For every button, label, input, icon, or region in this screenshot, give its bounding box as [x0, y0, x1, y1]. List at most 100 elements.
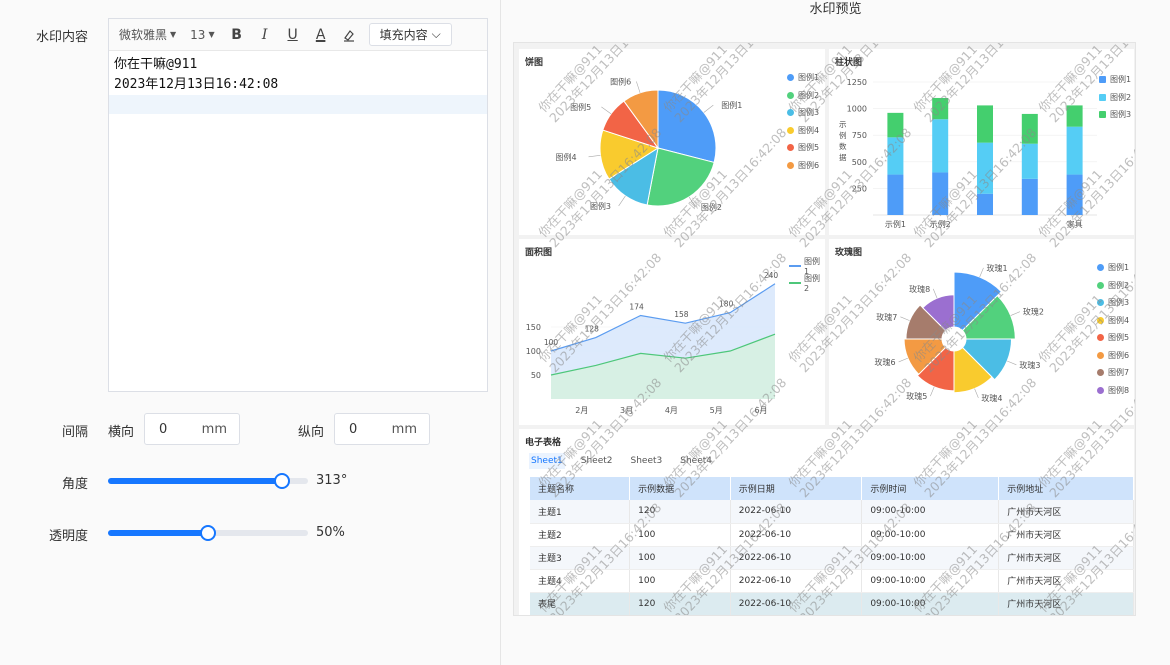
rose-chart-panel: 玫瑰图 玫瑰1 玫瑰2 玫瑰3 玫瑰4 玫瑰5 玫瑰6 玫瑰7 玫瑰8 图例1 图例2 图例3 图例…	[829, 239, 1134, 425]
data-label: 100	[544, 338, 559, 347]
font-family-select[interactable]: 微软雅黑 ▼	[119, 26, 176, 43]
legend-swatch	[787, 161, 794, 169]
legend-item: 图例5	[1097, 329, 1129, 347]
rose-petal-label: 玫瑰6	[875, 357, 896, 367]
font-size-select[interactable]: 13 ▼	[190, 28, 214, 42]
opacity-slider[interactable]	[108, 525, 308, 541]
table-cell: 2022-06-10	[730, 500, 863, 524]
legend-label: 图例1	[1110, 75, 1132, 85]
legend-swatch	[787, 126, 794, 134]
legend-swatch	[1097, 386, 1104, 394]
vertical-label: 纵向	[298, 425, 325, 440]
table-cell: 广州市天河区	[998, 523, 1134, 547]
bar-segment	[1021, 143, 1038, 179]
table-row: 主题3 100 2022-06-10 09:00-10:00 广州市天河区	[530, 546, 1134, 570]
watermark-preview: 饼图 图例1 图例2 图例3 图例4 图例5 图例6 图例1 图例2 图例3 图例4 图例5 图例6…	[513, 42, 1136, 616]
rose-petal-label: 玫瑰8	[909, 284, 930, 294]
data-label: 128	[585, 325, 600, 334]
bar-segment	[932, 119, 949, 173]
italic-button[interactable]: I	[257, 27, 273, 43]
table-cell: 广州市天河区	[998, 546, 1134, 570]
area-legend: 图例1 图例2	[789, 257, 825, 293]
vertical-spacing-input[interactable]: 0 mm	[334, 413, 430, 445]
column-header: 示例时间	[861, 477, 1000, 500]
legend-item: 图例1	[1099, 71, 1131, 89]
opacity-slider-handle[interactable]	[200, 525, 216, 541]
fill-content-button[interactable]: 填充内容 ⌵	[368, 23, 452, 46]
rose-petal-label: 玫瑰1	[986, 263, 1007, 273]
y-axis-label-char: 据	[839, 153, 847, 162]
x-tick-label: 2月	[575, 406, 588, 415]
bar-segment	[977, 105, 993, 143]
y-axis-label-char: 例	[839, 130, 847, 140]
y-tick-label: 50	[531, 371, 541, 380]
y-axis-label: 示例数据	[839, 120, 847, 162]
legend-label: 图例2	[1110, 92, 1132, 102]
legend-item: 图例4	[787, 122, 819, 140]
spreadsheet-table: 主题名称 示例数据 示例日期 示例时间 示例地址 主题1 120 2022-06…	[530, 477, 1134, 615]
unit-label: mm	[391, 421, 417, 437]
tab-sheet2[interactable]: Sheet2	[579, 453, 615, 469]
legend-label: 图例1	[798, 73, 820, 83]
column-header: 主题名称	[530, 477, 631, 500]
table-cell: 2022-06-10	[730, 569, 863, 593]
table-cell: 09:00-10:00	[861, 546, 1000, 570]
bar-segment	[1021, 113, 1038, 144]
legend-swatch	[787, 74, 794, 82]
tab-sheet3[interactable]: Sheet3	[629, 453, 665, 469]
bar-segment	[887, 174, 904, 215]
preview-panel: 水印预览 饼图 图例1 图例2 图例3 图例4 图例5 图例6 图例1 图例2 图例3 图例4 图…	[501, 0, 1170, 665]
angle-slider-fill	[108, 478, 282, 484]
editor-text[interactable]: 你在干嘛@911 2023年12月13日16:42:08	[109, 51, 487, 99]
table-row: 主题1 120 2022-06-10 09:00-10:00 广州市天河区	[530, 500, 1134, 524]
area-chart: 150100501001281741581802402月 3月 4月 5月 6月	[526, 271, 779, 415]
table-cell: 09:00-10:00	[861, 523, 1000, 547]
legend-swatch	[1097, 351, 1104, 359]
watermark-editor[interactable]: 微软雅黑 ▼ 13 ▼ B I U A 填充内容 ⌵ 你在干嘛@911 2023…	[108, 18, 488, 392]
x-tick-label: 家具	[1067, 219, 1083, 229]
rose-label-line	[930, 386, 935, 397]
y-tick-label: 1000	[847, 105, 867, 114]
rose-petal-label: 玫瑰3	[1019, 360, 1040, 370]
opacity-label: 透明度	[48, 529, 88, 544]
table-cell: 主题4	[530, 569, 631, 593]
highlight-button[interactable]	[341, 27, 357, 43]
legend-label: 图例5	[798, 143, 820, 153]
horizontal-spacing-input[interactable]: 0 mm	[144, 413, 240, 445]
legend-item: 图例1	[789, 257, 825, 276]
bar-segment	[1066, 174, 1083, 215]
angle-label: 角度	[61, 477, 88, 492]
bold-button[interactable]: B	[229, 27, 245, 43]
legend-swatch	[787, 91, 794, 99]
underline-button[interactable]: U	[285, 27, 301, 43]
pie-label-line	[688, 196, 696, 208]
legend-swatch	[1099, 93, 1106, 101]
data-label: 180	[719, 300, 734, 309]
rose-label-line	[900, 316, 910, 321]
bar-segment	[977, 193, 993, 215]
settings-panel: 水印内容 微软雅黑 ▼ 13 ▼ B I U A 填充内容 ⌵ 你在干嘛@911…	[0, 0, 500, 665]
area-chart-panel: 面积图 150 100 50 100 128 174 158 180 240 2月 3月 4月 5月 6月…	[519, 239, 825, 425]
angle-slider[interactable]	[108, 473, 308, 489]
font-color-button[interactable]: A	[313, 27, 329, 43]
legend-label: 图例2	[798, 90, 820, 100]
sheet-tabs: Sheet1 Sheet2 Sheet3 Sheet4	[529, 453, 728, 469]
table-cell: 广州市天河区	[998, 592, 1134, 615]
tab-sheet1[interactable]: Sheet1	[529, 453, 565, 469]
angle-slider-handle[interactable]	[274, 473, 290, 489]
legend-swatch	[789, 264, 801, 267]
x-tick-label: 6月	[754, 406, 767, 415]
pie-slice-label: 图例6	[610, 76, 631, 86]
watermark-settings-page: 水印内容 微软雅黑 ▼ 13 ▼ B I U A 填充内容 ⌵ 你在干嘛@911…	[0, 0, 1170, 665]
column-header: 示例日期	[730, 477, 863, 500]
chevron-down-icon: ▼	[170, 30, 177, 39]
tab-sheet4[interactable]: Sheet4	[678, 453, 714, 469]
spreadsheet-panel: 电子表格 Sheet1 Sheet2 Sheet3 Sheet4 主题名称 示例…	[519, 429, 1134, 615]
table-cell: 2022-06-10	[730, 546, 863, 570]
rose-petal-label: 玫瑰5	[906, 391, 927, 401]
legend-item: 图例1	[1097, 259, 1129, 277]
chevron-down-icon: ⌵	[431, 27, 441, 41]
opacity-slider-fill	[108, 530, 208, 536]
y-tick-label: 1250	[847, 78, 867, 87]
legend-item: 图例2	[1097, 277, 1129, 295]
